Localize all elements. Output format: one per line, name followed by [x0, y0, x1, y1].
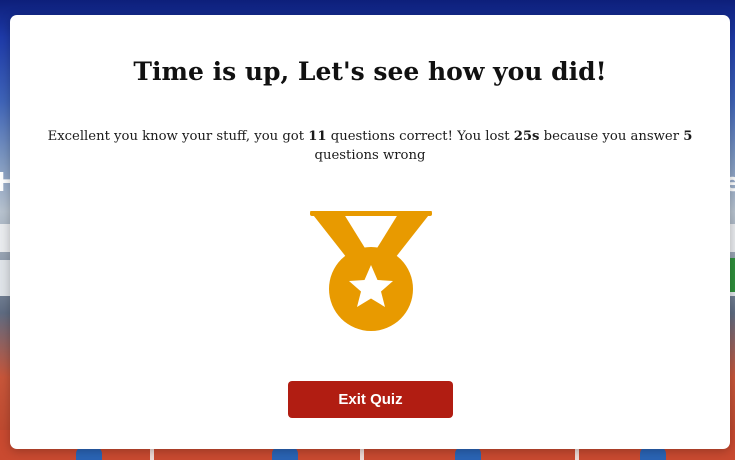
exit-quiz-button[interactable]: Exit Quiz [288, 381, 453, 418]
result-summary: Excellent you know your stuff, you got 1… [44, 127, 696, 165]
result-text: because you answer [539, 129, 684, 144]
result-text: questions correct! You lost [326, 129, 514, 144]
results-dialog: Time is up, Let's see how you did! Excel… [10, 15, 730, 449]
result-text: questions wrong [314, 148, 426, 163]
wrong-count: 5 [683, 129, 693, 144]
medal-star-icon [310, 211, 432, 331]
result-text: Excellent you know your stuff, you got [47, 129, 309, 144]
time-lost: 25s [513, 129, 540, 144]
dialog-title: Time is up, Let's see how you did! [133, 57, 607, 86]
correct-count: 11 [308, 129, 327, 144]
